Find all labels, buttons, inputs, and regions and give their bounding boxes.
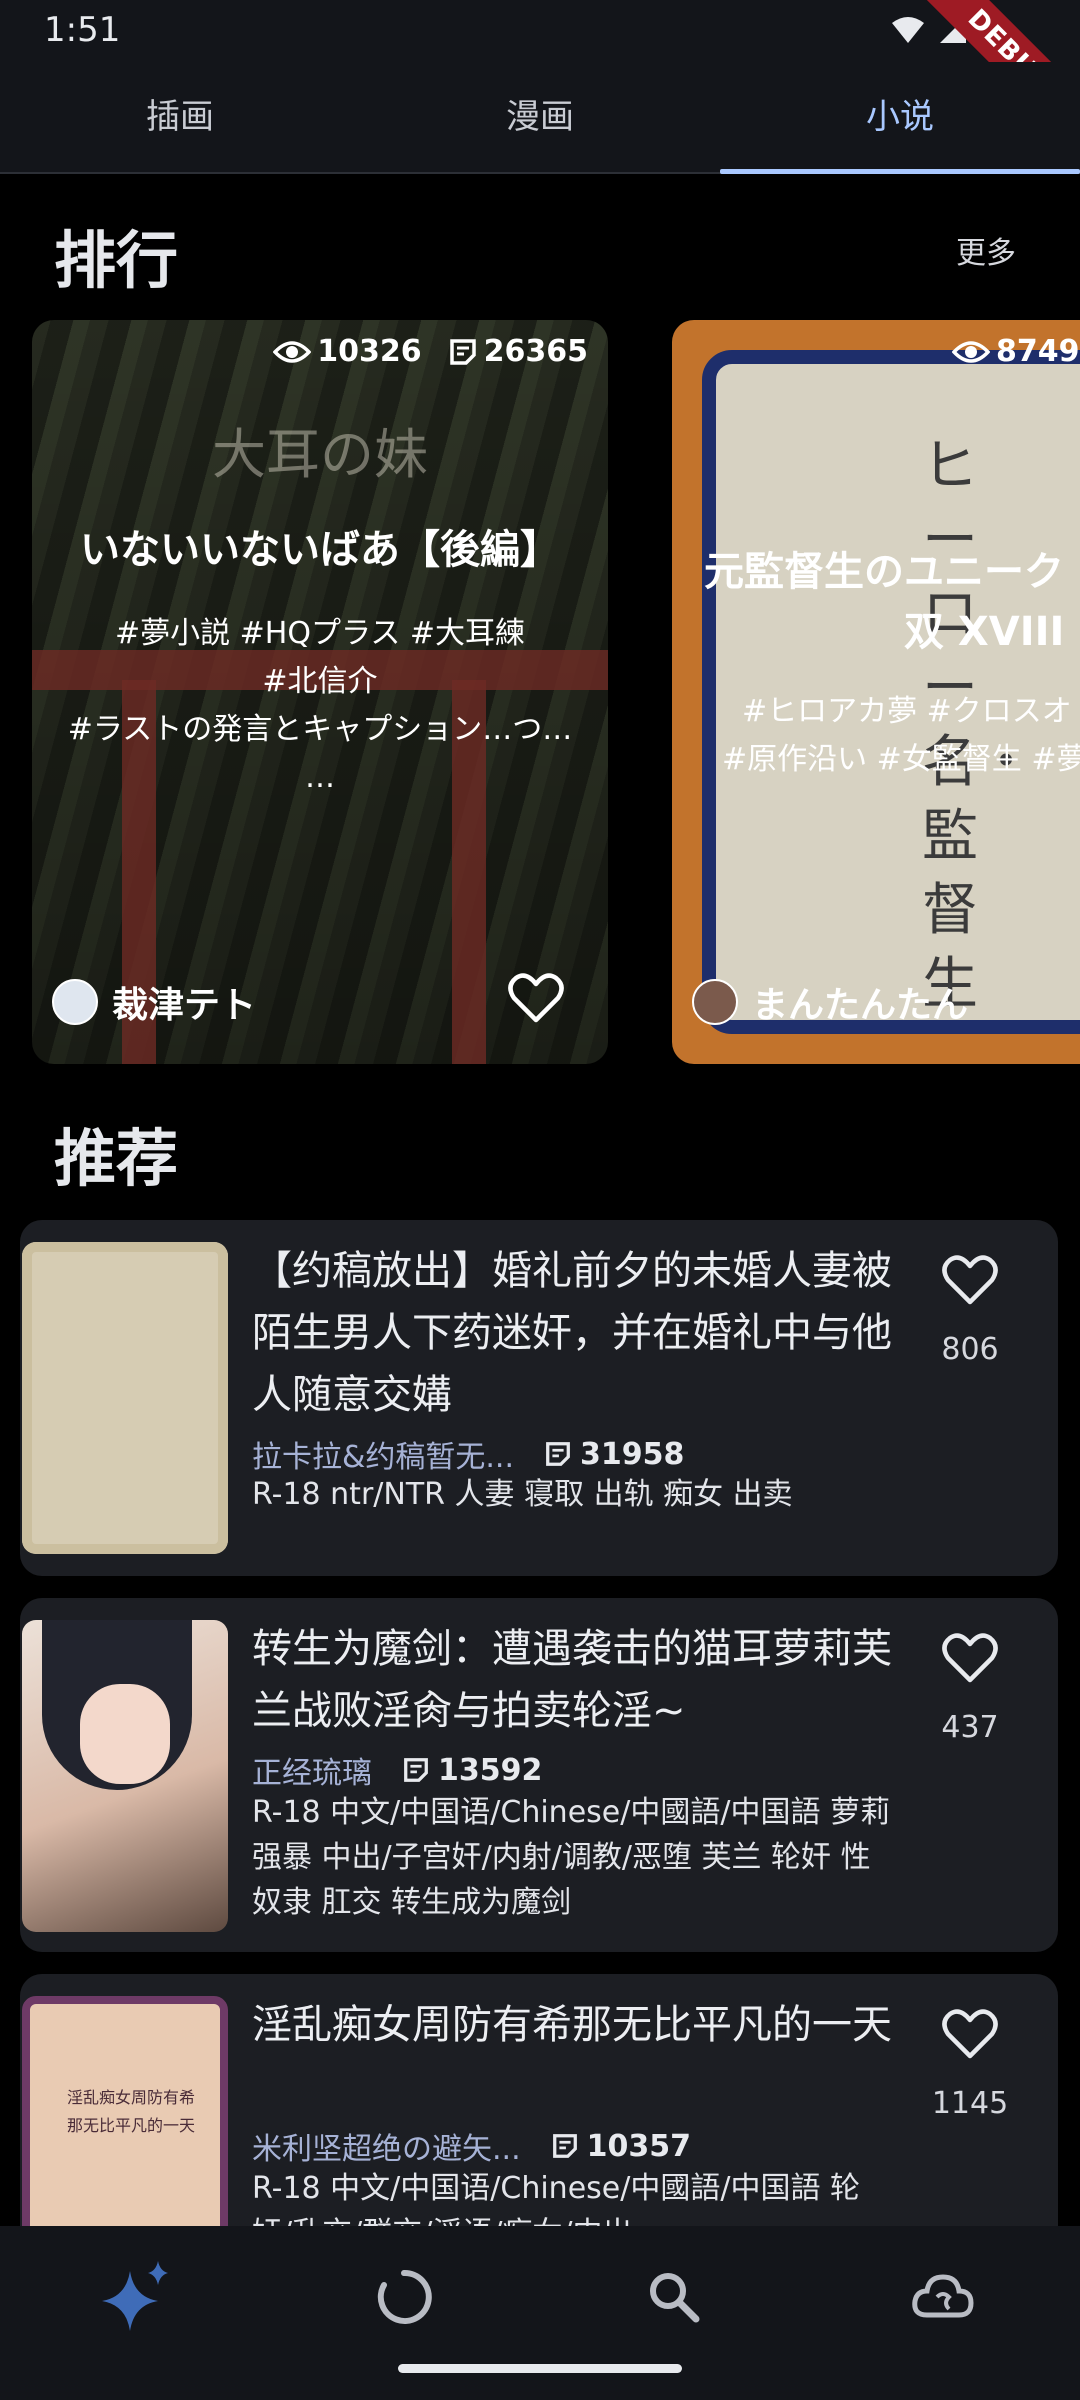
sparkle-icon <box>102 2261 168 2331</box>
recommend-title: 推荐 <box>54 1122 179 1195</box>
item-meta: 米利坚超绝の避矢... 10357 <box>252 2124 691 2168</box>
card-title: 元監督生のユニーク 双 XVIII <box>682 542 1080 662</box>
cover-background-text: 大耳の妹 <box>212 423 428 486</box>
tag-line: #ラストの発言とキャプション…つ… <box>67 712 573 747</box>
cover-decoration <box>80 1684 170 1784</box>
tag-line: #北信介 <box>262 664 378 699</box>
like-area[interactable]: 437 <box>922 1632 1018 1745</box>
tag-line: … <box>305 760 335 795</box>
item-author[interactable]: 米利坚超绝の避矢... <box>252 2124 521 2168</box>
card-tags: #夢小説 #HQプラス #大耳練 #北信介 #ラストの発言とキャプション…つ… … <box>52 610 588 802</box>
cloud-icon <box>912 2274 974 2318</box>
search-icon <box>650 2273 700 2323</box>
top-tab-bar: 插画 漫画 小说 <box>0 62 1080 174</box>
tag-line: #ヒロアカ夢 #クロスオ <box>742 694 1072 729</box>
nav-recommend[interactable] <box>66 2252 206 2342</box>
item-count-value: 13592 <box>438 1752 543 1788</box>
view-count-value: 10326 <box>317 334 422 369</box>
document-icon <box>546 1442 570 1466</box>
heart-icon <box>508 973 564 1023</box>
card-tags: #ヒロアカ夢 #クロスオ #原作沿い #女監督生 #夢 <box>722 688 1080 784</box>
word-count-value: 26365 <box>483 334 588 369</box>
ranking-card[interactable]: 大耳の妹 10326 26365 いないいないばあ【後編】 #夢小説 #HQプラ… <box>32 320 608 1064</box>
title-line: 双 XVIII <box>904 609 1065 655</box>
view-count-value: 8749 <box>996 334 1080 369</box>
word-count: 26365 <box>448 334 588 369</box>
card-title: いないいないばあ【後編】 <box>80 527 560 573</box>
eye-icon <box>952 340 990 363</box>
document-icon <box>449 338 476 365</box>
favorite-button[interactable] <box>508 972 564 1028</box>
status-time: 1:51 <box>44 10 121 50</box>
item-count-value: 31958 <box>580 1436 685 1472</box>
card-stats: 8749 <box>952 334 1080 369</box>
card-stats: 10326 26365 <box>273 334 588 369</box>
heart-icon <box>942 2009 998 2059</box>
like-area[interactable]: 806 <box>922 1254 1018 1367</box>
item-title: 转生为魔剑：遭遇袭击的猫耳萝莉芙兰战败淫肏与拍卖轮淫~ <box>252 1626 892 1734</box>
heart-icon <box>942 1633 998 1683</box>
cover-image <box>22 1620 228 1932</box>
view-count: 8749 <box>952 334 1080 369</box>
title-line: 元監督生のユニーク <box>704 549 1064 595</box>
tab-illustration[interactable]: 插画 <box>0 62 360 172</box>
tag-line: #夢小説 #HQプラス #大耳練 <box>114 616 526 651</box>
bottom-navigation <box>0 2226 1080 2400</box>
ranking-title: 排行 <box>54 224 179 297</box>
item-meta: 正经琉璃 13592 <box>252 1748 542 1792</box>
item-count-value: 10357 <box>586 2128 691 2164</box>
status-bar: 1:51 DEBUG <box>0 0 1080 160</box>
tab-manga[interactable]: 漫画 <box>360 62 720 172</box>
cover-image <box>22 1242 228 1554</box>
item-author[interactable]: 正经琉璃 <box>252 1748 372 1792</box>
item-tags: R-18 ntr/NTR 人妻 寝取 出轨 痴女 出卖 <box>252 1477 793 1512</box>
ranking-card[interactable]: ヒーロー名・監督生 8749 元監督生のユニーク 双 XVIII #ヒロアカ夢 … <box>672 320 1080 1064</box>
item-title: 淫乱痴女周防有希那无比平凡的一天 <box>252 2002 892 2048</box>
avatar <box>692 979 738 1025</box>
item-meta: 拉卡拉&约稿暂无... 31958 <box>252 1432 684 1476</box>
nav-updates[interactable] <box>334 2252 474 2342</box>
list-item[interactable]: 转生为魔剑：遭遇袭击的猫耳萝莉芙兰战败淫肏与拍卖轮淫~ 正经琉璃 13592 R… <box>20 1598 1058 1952</box>
refresh-icon <box>377 2269 432 2324</box>
card-author[interactable]: 裁津テト <box>52 976 256 1028</box>
list-item[interactable]: 【约稿放出】婚礼前夕的未婚人妻被陌生男人下药迷奸，并在婚礼中与他人随意交媾 拉卡… <box>20 1220 1058 1576</box>
item-count: 31958 <box>544 1437 684 1472</box>
cover-text: 淫乱痴女周防有希那无比平凡的一天 <box>66 2088 195 2135</box>
document-icon <box>404 1758 428 1782</box>
cover-image: 淫乱痴女周防有希那无比平凡的一天 <box>22 1996 228 2256</box>
nav-search[interactable] <box>604 2252 744 2342</box>
item-author[interactable]: 拉卡拉&约稿暂无... <box>252 1432 514 1476</box>
item-count: 13592 <box>402 1753 542 1788</box>
nav-cloud[interactable] <box>874 2252 1014 2342</box>
item-tags: R-18 中文/中国语/Chinese/中國語/中国語 萝莉 强暴 中出/子宫奸… <box>252 1795 890 1920</box>
item-title: 【约稿放出】婚礼前夕的未婚人妻被陌生男人下药迷奸，并在婚礼中与他人随意交媾 <box>252 1248 892 1418</box>
tag-line: #原作沿い #女監督生 #夢 <box>722 742 1080 777</box>
tab-novel[interactable]: 小说 <box>720 62 1080 174</box>
view-count: 10326 <box>273 334 422 369</box>
like-count: 806 <box>941 1332 999 1367</box>
card-author[interactable]: まんたんたん <box>692 976 968 1028</box>
wifi-icon <box>892 17 924 43</box>
heart-icon <box>942 1255 998 1305</box>
like-count: 1145 <box>931 2086 1009 2121</box>
more-button[interactable]: 更多 <box>956 228 1016 272</box>
author-name: まんたんたん <box>752 985 969 1026</box>
avatar <box>52 979 98 1025</box>
like-count: 437 <box>941 1710 999 1745</box>
eye-icon <box>273 340 312 363</box>
author-name: 裁津テト <box>112 985 257 1026</box>
document-icon <box>552 2134 577 2158</box>
like-area[interactable]: 1145 <box>922 2008 1018 2121</box>
home-indicator[interactable] <box>398 2364 682 2373</box>
item-count: 10357 <box>551 2129 691 2164</box>
